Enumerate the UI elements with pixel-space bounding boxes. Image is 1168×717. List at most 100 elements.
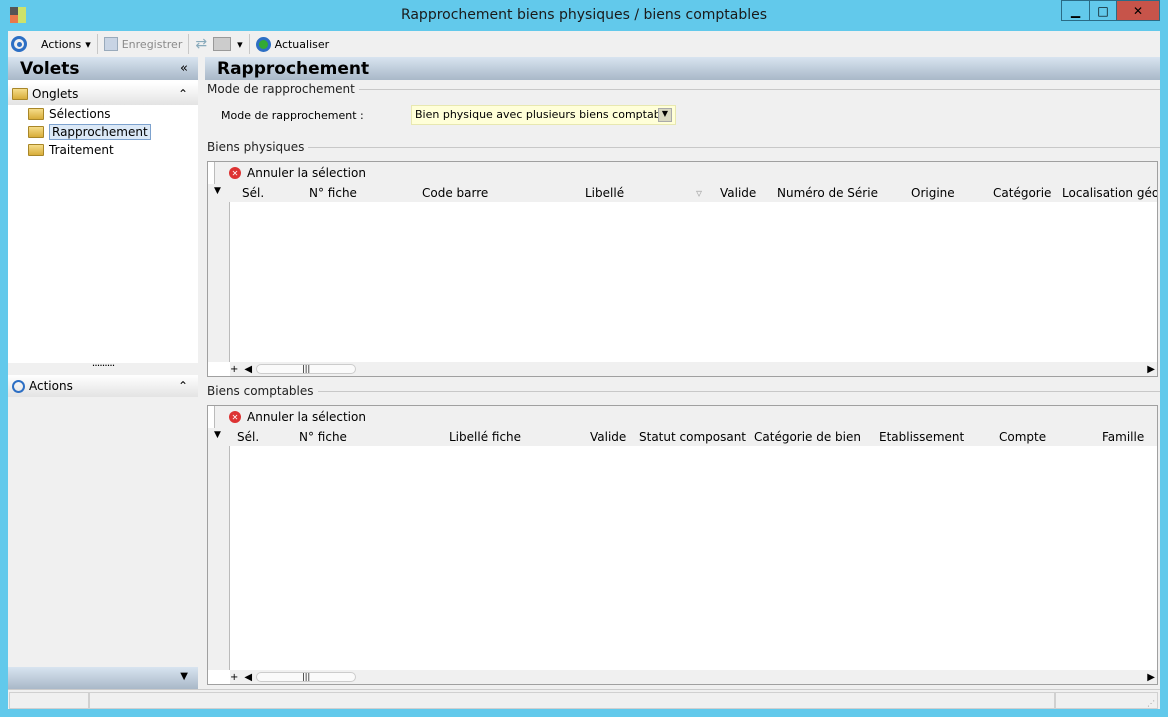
scroll-thumb[interactable]: |||: [256, 364, 357, 374]
save-label: Enregistrer: [121, 37, 183, 51]
cancel-icon: ✕: [229, 167, 241, 179]
cancel-icon: ✕: [229, 411, 241, 423]
actions-menu[interactable]: Actions ▾: [41, 38, 91, 51]
tree-label: Rapprochement: [49, 124, 151, 140]
column-chooser-icon[interactable]: ▼: [214, 430, 221, 440]
filter-icon[interactable]: ▿: [696, 186, 702, 200]
dropdown-icon: ▾: [85, 37, 91, 51]
column-header[interactable]: Famille: [1102, 430, 1144, 444]
column-header[interactable]: Origine: [911, 186, 955, 200]
refresh-icon: [255, 36, 271, 52]
sync-icon[interactable]: ⇄: [195, 36, 207, 52]
status-cell: ⋰: [1055, 692, 1158, 709]
column-header[interactable]: Valide: [590, 430, 626, 444]
column-header[interactable]: Code barre: [422, 186, 488, 200]
column-header[interactable]: Libellé fiche: [449, 430, 521, 444]
window-title: Rapprochement biens physiques / biens co…: [400, 7, 768, 23]
column-header[interactable]: Localisation géog: [1062, 186, 1157, 200]
folder-icon: [12, 88, 28, 100]
scroll-right-icon[interactable]: ▶: [1147, 364, 1155, 375]
horizontal-scrollbar[interactable]: + ◀ ||| ▶: [230, 670, 1157, 684]
actions-label: Actions: [41, 37, 82, 51]
mode-select[interactable]: Bien physique avec plusieurs biens compt…: [411, 105, 676, 125]
mode-label: Mode de rapprochement :: [221, 109, 364, 122]
folder-open-icon: [28, 126, 44, 138]
print-icon[interactable]: [213, 37, 232, 51]
main-panel: Rapprochement Mode de rapprochement Mode…: [205, 57, 1160, 689]
physiques-group: Biens physiques: [207, 140, 1160, 154]
column-header[interactable]: N° fiche: [299, 430, 347, 444]
panel-title-text: Volets: [20, 59, 80, 79]
column-header[interactable]: Sél.: [242, 186, 264, 200]
panel-footer: ▼: [8, 667, 198, 689]
tree-label: Traitement: [49, 143, 114, 157]
comptables-header: ▼ Sél. N° fiche Libellé fiche Valide Sta…: [208, 428, 1157, 446]
status-cell: [9, 692, 89, 709]
column-header[interactable]: Etablissement: [879, 430, 964, 444]
side-panel: Volets « Onglets ⌃ Sélections Rapprochemen…: [8, 57, 198, 689]
separator: [96, 34, 98, 54]
column-header[interactable]: Catégorie: [993, 186, 1051, 200]
row-selector: [208, 446, 230, 670]
onglets-group-header[interactable]: Onglets ⌃: [8, 83, 198, 105]
mode-value: Bien physique avec plusieurs biens compt…: [415, 108, 671, 121]
chevron-down-icon[interactable]: ▼: [658, 108, 672, 122]
column-header[interactable]: Libellé: [585, 186, 624, 200]
add-icon[interactable]: +: [230, 672, 238, 683]
separator: [188, 34, 190, 54]
physiques-grid: ✕ Annuler la sélection ▼ Sél. N° fiche Co…: [207, 161, 1158, 377]
actions-group-label: Actions: [29, 379, 73, 393]
column-header[interactable]: Numéro de Série: [777, 186, 878, 200]
page-title: Rapprochement: [205, 57, 1160, 80]
column-header[interactable]: Valide: [720, 186, 756, 200]
target-icon: [12, 379, 25, 393]
scroll-thumb[interactable]: |||: [256, 672, 357, 682]
save-button[interactable]: Enregistrer: [103, 37, 183, 51]
comptables-grid: ✕ Annuler la sélection ▼ Sél. N° fiche Li…: [207, 405, 1158, 685]
mode-group: Mode de rapprochement: [207, 82, 1160, 96]
column-header[interactable]: Statut composant: [639, 430, 746, 444]
horizontal-scrollbar[interactable]: + ◀ ||| ▶: [230, 362, 1157, 376]
title-bar: Rapprochement biens physiques / biens co…: [0, 0, 1168, 31]
column-header[interactable]: Sél.: [237, 430, 259, 444]
tree-label: Sélections: [49, 107, 111, 121]
status-cell: [89, 692, 1055, 709]
target-icon[interactable]: [11, 36, 27, 52]
collapse-panel-button[interactable]: «: [180, 61, 188, 76]
physiques-grid-toolbar: ✕ Annuler la sélection: [214, 162, 1157, 184]
folder-icon: [28, 108, 44, 120]
onglets-label: Onglets: [32, 87, 79, 101]
resize-grip-icon[interactable]: ⋰: [1147, 699, 1155, 708]
splitter[interactable]: ·········: [8, 360, 198, 375]
tree-item-rapprochement[interactable]: Rapprochement: [8, 123, 198, 141]
minimize-button[interactable]: ▁: [1061, 0, 1090, 21]
save-icon: [103, 37, 118, 51]
collapse-up-icon[interactable]: ⌃: [178, 87, 188, 101]
cancel-selection-button[interactable]: Annuler la sélection: [247, 410, 366, 424]
physiques-title: Biens physiques: [207, 140, 305, 154]
column-chooser-icon[interactable]: ▼: [214, 186, 221, 196]
comptables-title: Biens comptables: [207, 384, 314, 398]
folder-icon: [28, 144, 44, 156]
tree-item-selections[interactable]: Sélections: [8, 105, 198, 123]
column-header[interactable]: N° fiche: [309, 186, 357, 200]
dropdown-icon[interactable]: ▼: [180, 671, 188, 682]
tree-item-traitement[interactable]: Traitement: [8, 141, 198, 159]
column-header[interactable]: Compte: [999, 430, 1046, 444]
maximize-button[interactable]: □: [1089, 0, 1117, 21]
physiques-header: ▼ Sél. N° fiche Code barre Libellé ▿ Val…: [208, 184, 1157, 202]
close-button[interactable]: ✕: [1116, 0, 1160, 21]
scroll-right-icon[interactable]: ▶: [1147, 672, 1155, 683]
column-header[interactable]: Catégorie de bien: [754, 430, 861, 444]
mode-group-title: Mode de rapprochement: [207, 82, 355, 96]
scroll-left-icon[interactable]: ◀: [244, 672, 252, 683]
actions-group-header[interactable]: Actions ⌃: [8, 375, 198, 397]
refresh-label: Actualiser: [274, 37, 330, 51]
collapse-up-icon[interactable]: ⌃: [178, 379, 188, 393]
cancel-selection-button[interactable]: Annuler la sélection: [247, 166, 366, 180]
refresh-button[interactable]: Actualiser: [255, 36, 330, 52]
panel-title: Volets «: [8, 57, 198, 80]
add-icon[interactable]: +: [230, 364, 238, 375]
scroll-left-icon[interactable]: ◀: [244, 364, 252, 375]
print-dropdown-icon[interactable]: ▾: [237, 38, 243, 51]
